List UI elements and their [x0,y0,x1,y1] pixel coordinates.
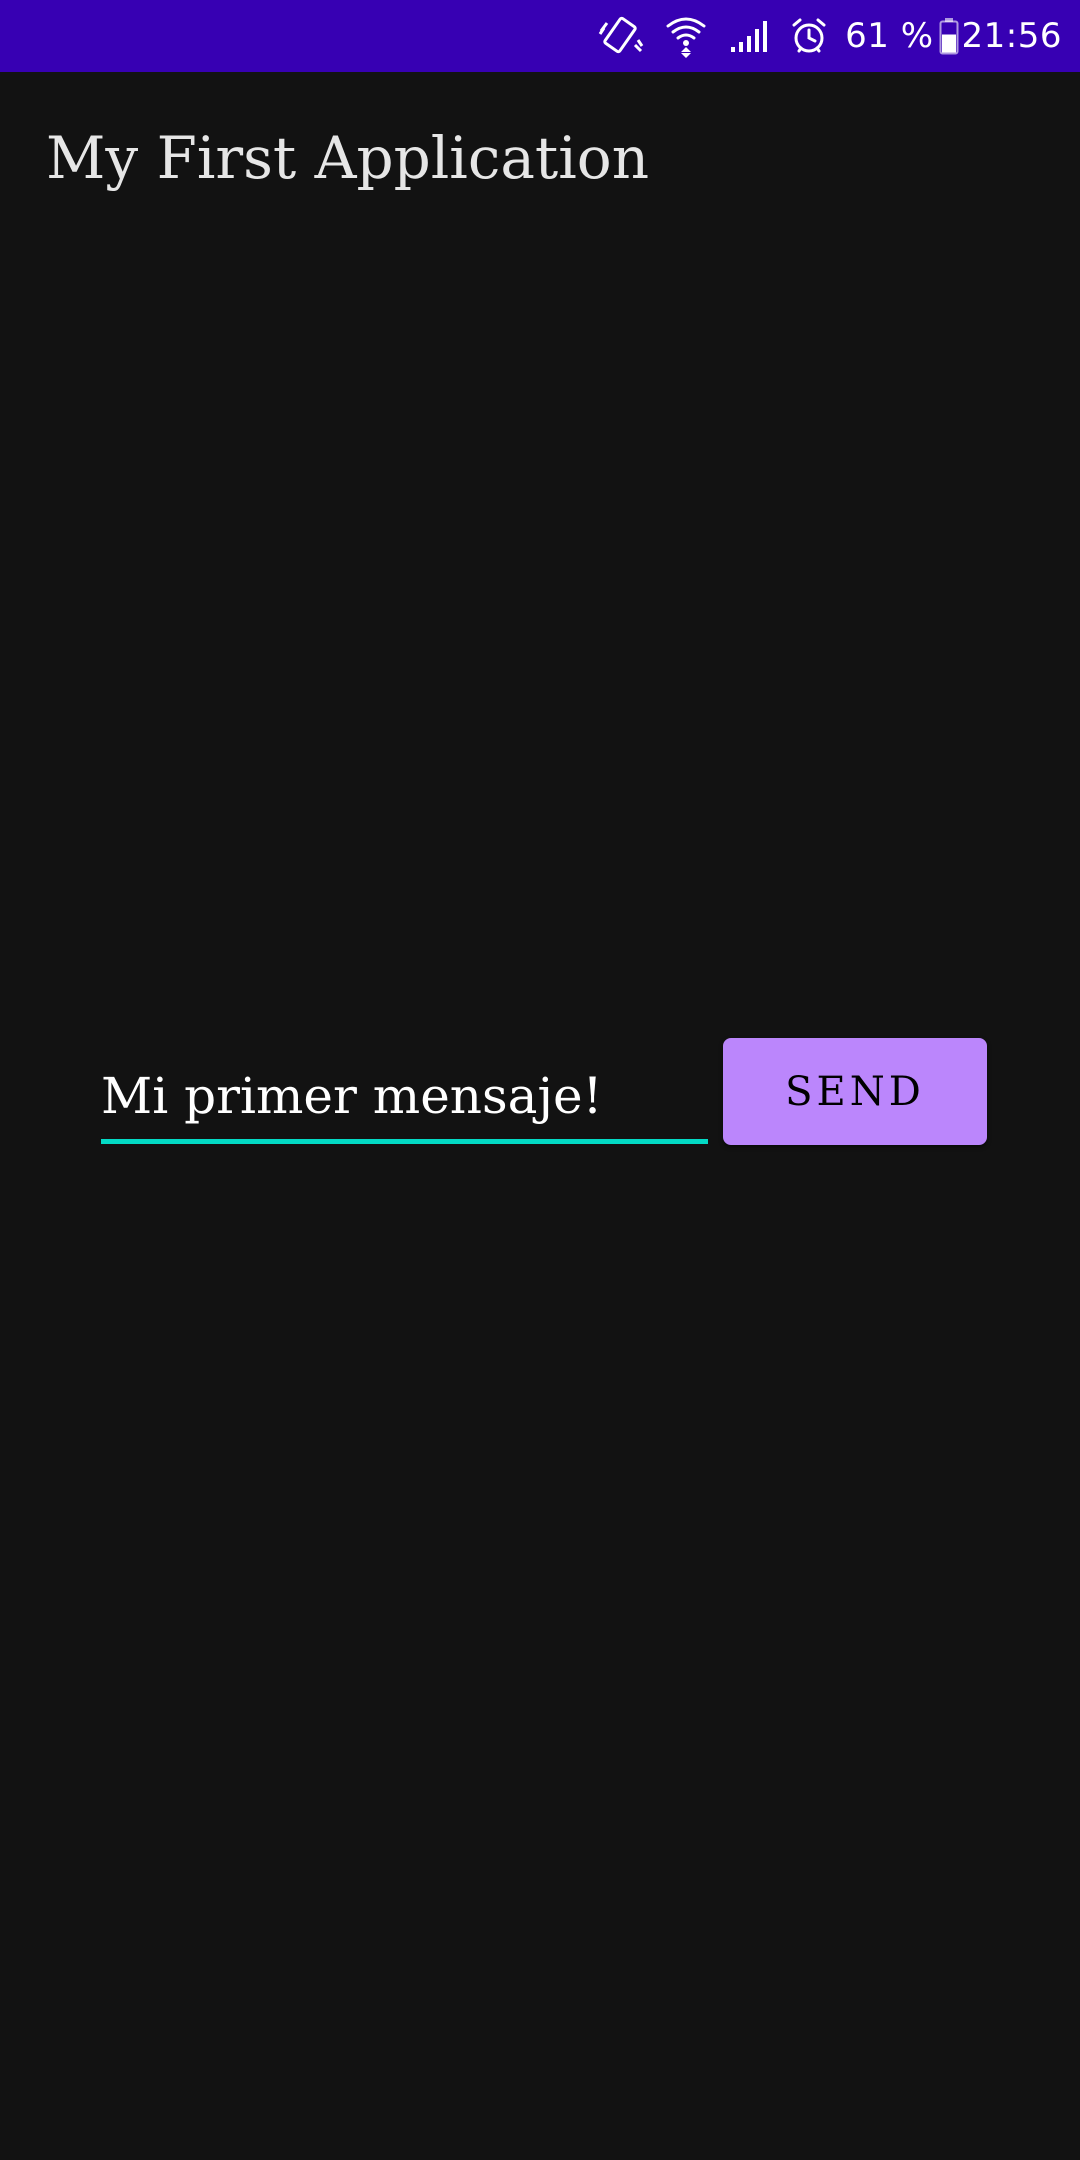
battery-percent: 61 % [845,16,934,56]
app-title: My First Application [46,124,650,192]
send-button[interactable]: SEND [723,1038,987,1145]
alarm-icon [781,0,837,72]
status-icons: 61 % 21:56 [589,0,1062,72]
wifi-icon [653,0,719,72]
clock-time: 21:56 [961,16,1062,56]
signal-icon [719,0,781,72]
battery-icon [936,0,962,72]
vibrate-icon [589,0,653,72]
status-bar: 61 % 21:56 [0,0,1080,72]
message-input[interactable] [101,1052,708,1144]
